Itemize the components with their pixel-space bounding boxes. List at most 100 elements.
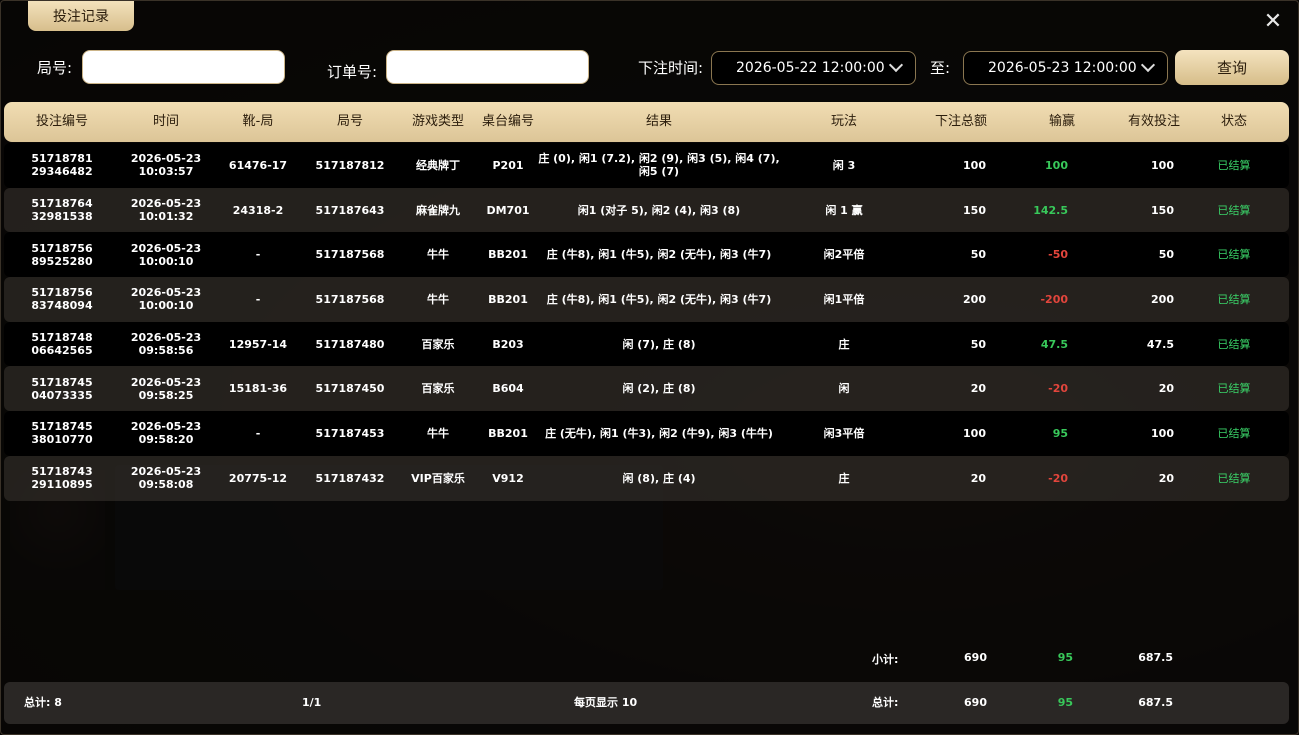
- cell-play: 庄: [782, 322, 906, 367]
- table-body: 51718781 29346482 2026-05-23 10:03:57 61476-…: [4, 143, 1289, 501]
- cell-bet-id: 51718756 83748094: [4, 277, 120, 322]
- cell-bet: 50: [906, 232, 986, 277]
- cell-result: 闲 (7), 庄 (8): [536, 322, 782, 367]
- cell-time: 2026-05-23 09:58:25: [120, 366, 212, 411]
- cell-valid: 20: [1108, 366, 1174, 411]
- cell-valid-value: 50: [1158, 248, 1174, 262]
- bet-id-line1: 51718756: [31, 241, 93, 255]
- close-icon[interactable]: ✕: [1262, 11, 1284, 33]
- bet-date: 2026-05-23: [130, 197, 202, 211]
- cell-win: -50: [1016, 232, 1068, 277]
- cell-bet-value: 200: [963, 292, 986, 306]
- col-valid-bet: 有效投注: [1127, 114, 1180, 129]
- bet-date: 2026-05-23: [130, 152, 202, 166]
- cell-table: B604: [480, 366, 536, 411]
- cell-bet-id: 51718743 29110895: [4, 456, 120, 501]
- footer-total-valid: 687.5: [1138, 696, 1173, 709]
- cell-bet-value: 20: [970, 471, 986, 485]
- cell-round-value: 517187812: [315, 158, 385, 172]
- cell-shoe-value: -: [255, 426, 261, 440]
- cell-result: 闲1 (对子 5), 闲2 (4), 闲3 (8): [536, 188, 782, 233]
- footer-total-label: 总计:: [872, 696, 899, 709]
- cell-time: 2026-05-23 09:58:56: [120, 322, 212, 367]
- cell-play-value: 闲2平倍: [823, 248, 865, 262]
- cell-result: 闲 (8), 庄 (4): [536, 456, 782, 501]
- bet-date: 2026-05-23: [130, 420, 202, 434]
- cell-bet-id: 51718745 38010770: [4, 411, 120, 456]
- cell-shoe-value: -: [255, 292, 261, 306]
- cell-result: 闲 (2), 庄 (8): [536, 366, 782, 411]
- cell-bet-id: 51718764 32981538: [4, 188, 120, 233]
- cell-game-value: 牛牛: [427, 248, 449, 262]
- footer-bar: 总计: 8 1/1 每页显示 10 总计: 690 95 687.5: [4, 682, 1289, 724]
- cell-play-value: 闲 1 赢: [825, 203, 863, 217]
- cell-bet-value: 100: [963, 426, 986, 440]
- cell-shoe-value: 24318-2: [232, 203, 284, 217]
- cell-table: BB201: [480, 277, 536, 322]
- cell-bet-value: 50: [970, 337, 986, 351]
- cell-bet-value: 100: [963, 158, 986, 172]
- cell-result-value: 庄 (牛8), 闲1 (牛5), 闲2 (无牛), 闲3 (牛7): [546, 248, 772, 262]
- bet-id-line1: 51718745: [31, 375, 93, 389]
- col-round: 局号: [336, 114, 363, 129]
- bet-date: 2026-05-23: [130, 375, 202, 389]
- subtotal-bet: 690: [964, 651, 987, 664]
- cell-play: 闲: [782, 366, 906, 411]
- cell-game: 牛牛: [396, 277, 480, 322]
- bet-time: 09:58:20: [138, 433, 194, 447]
- col-play: 玩法: [830, 114, 857, 129]
- cell-bet-value: 150: [963, 203, 986, 217]
- subtotal-label: 小计:: [872, 653, 899, 666]
- table-row: 51718745 04073335 2026-05-23 09:58:25 15181-…: [4, 366, 1289, 412]
- cell-game: 麻雀牌九: [396, 188, 480, 233]
- col-result: 结果: [645, 114, 672, 129]
- cell-valid-value: 200: [1151, 292, 1174, 306]
- cell-win-value: -50: [1048, 248, 1068, 262]
- cell-status-value: 已结算: [1217, 426, 1251, 440]
- col-status: 状态: [1220, 114, 1247, 129]
- cell-shoe-value: 20775-12: [228, 471, 288, 485]
- bet-id-line2: 29346482: [31, 165, 93, 179]
- cell-bet-value: 50: [970, 248, 986, 262]
- round-input[interactable]: [82, 50, 285, 84]
- cell-table: BB201: [480, 411, 536, 456]
- chevron-down-icon: [1140, 57, 1156, 73]
- cell-win-value: 47.5: [1040, 337, 1068, 351]
- cell-status: 已结算: [1200, 188, 1268, 233]
- cell-status: 已结算: [1200, 277, 1268, 322]
- cell-game-value: VIP百家乐: [411, 471, 465, 485]
- cell-win-value: 95: [1052, 426, 1068, 440]
- start-date-picker[interactable]: 2026-05-22 12:00:00: [711, 51, 916, 85]
- per-page[interactable]: 每页显示 10: [574, 682, 637, 724]
- cell-valid: 50: [1108, 232, 1174, 277]
- cell-game-value: 百家乐: [421, 382, 455, 396]
- query-button[interactable]: 查询: [1175, 50, 1289, 85]
- cell-round: 517187453: [304, 411, 396, 456]
- end-date-picker[interactable]: 2026-05-23 12:00:00: [963, 51, 1168, 85]
- cell-bet: 100: [906, 143, 986, 188]
- cell-play-value: 庄: [838, 471, 850, 485]
- bet-time: 09:58:08: [138, 478, 194, 492]
- bet-id-line1: 51718764: [31, 197, 93, 211]
- cell-round: 517187432: [304, 456, 396, 501]
- cell-valid: 150: [1108, 188, 1174, 233]
- cell-win-value: 100: [1045, 158, 1068, 172]
- cell-time: 2026-05-23 09:58:08: [120, 456, 212, 501]
- table-header: 投注编号 时间 靴-局 局号 游戏类型 桌台编号 结果 玩法 下注总额 输赢 有…: [4, 102, 1289, 142]
- col-bet-id: 投注编号: [35, 114, 88, 129]
- cell-bet-id: 51718756 89525280: [4, 232, 120, 277]
- order-input[interactable]: [386, 50, 589, 84]
- cell-shoe: 24318-2: [212, 188, 304, 233]
- bet-date: 2026-05-23: [130, 331, 202, 345]
- table-row: 51718748 06642565 2026-05-23 09:58:56 12957-…: [4, 321, 1289, 367]
- page-indicator[interactable]: 1/1: [302, 682, 321, 724]
- cell-valid-value: 150: [1151, 203, 1174, 217]
- cell-play: 闲2平倍: [782, 232, 906, 277]
- cell-result: 庄 (牛8), 闲1 (牛5), 闲2 (无牛), 闲3 (牛7): [536, 232, 782, 277]
- to-label: 至:: [930, 59, 951, 77]
- cell-game-value: 百家乐: [421, 337, 455, 351]
- cell-result-value: 庄 (牛8), 闲1 (牛5), 闲2 (无牛), 闲3 (牛7): [546, 292, 772, 306]
- cell-bet-value: 20: [970, 382, 986, 396]
- table-row: 51718764 32981538 2026-05-23 10:01:32 24318-…: [4, 187, 1289, 233]
- cell-table: P201: [480, 143, 536, 188]
